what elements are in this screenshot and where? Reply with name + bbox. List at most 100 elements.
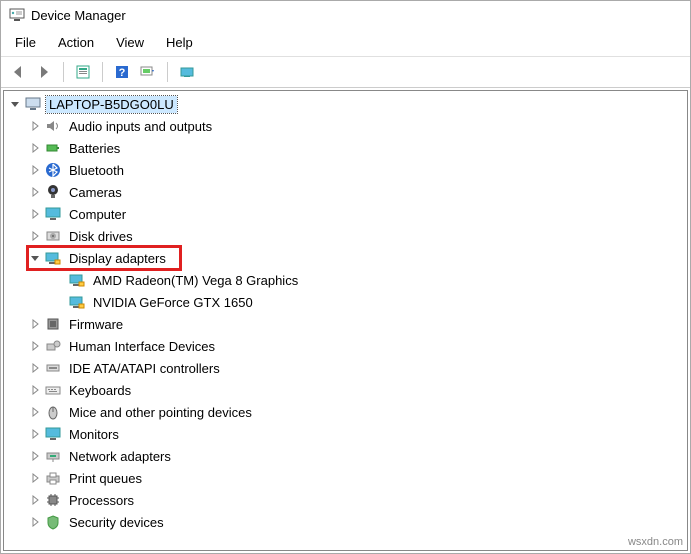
tree-node-firmware[interactable]: Firmware xyxy=(6,313,687,335)
expander-icon[interactable] xyxy=(28,163,42,177)
mouse-icon xyxy=(44,403,62,421)
toolbar-separator xyxy=(63,62,64,82)
expander-icon[interactable] xyxy=(28,185,42,199)
shield-icon xyxy=(44,513,62,531)
expander-icon[interactable] xyxy=(28,119,42,133)
expander-icon[interactable] xyxy=(28,405,42,419)
hid-icon xyxy=(44,337,62,355)
display-adapter-icon xyxy=(44,249,62,267)
tree-node-print[interactable]: Print queues xyxy=(6,467,687,489)
app-icon xyxy=(9,7,25,23)
camera-icon xyxy=(44,183,62,201)
expander-icon[interactable] xyxy=(28,471,42,485)
tree-node-label: Batteries xyxy=(66,140,123,157)
tree-node-label: IDE ATA/ATAPI controllers xyxy=(66,360,223,377)
tree-node-hid[interactable]: Human Interface Devices xyxy=(6,335,687,357)
tree-node-label: NVIDIA GeForce GTX 1650 xyxy=(90,294,256,311)
expander-icon[interactable] xyxy=(28,493,42,507)
show-hidden-button[interactable] xyxy=(176,61,198,83)
toolbar-separator xyxy=(102,62,103,82)
tree-node-label: Human Interface Devices xyxy=(66,338,218,355)
titlebar: Device Manager xyxy=(1,1,690,29)
network-icon xyxy=(44,447,62,465)
tree-node-label: Processors xyxy=(66,492,137,509)
tree-node-label: Cameras xyxy=(66,184,125,201)
watermark: wsxdn.com xyxy=(628,536,683,548)
tree-node-label: Disk drives xyxy=(66,228,136,245)
window-title: Device Manager xyxy=(31,8,126,23)
expander-icon[interactable] xyxy=(8,97,22,111)
tree-node-bluetooth[interactable]: Bluetooth xyxy=(6,159,687,181)
tree-node-nvidia[interactable]: NVIDIA GeForce GTX 1650 xyxy=(6,291,687,313)
tree-node-audio[interactable]: Audio inputs and outputs xyxy=(6,115,687,137)
tree-node-label: Audio inputs and outputs xyxy=(66,118,215,135)
tree-node-amd-radeon[interactable]: AMD Radeon(TM) Vega 8 Graphics xyxy=(6,269,687,291)
tree-node-label: LAPTOP-B5DGO0LU xyxy=(46,96,177,113)
toolbar-separator xyxy=(167,62,168,82)
tree-node-security[interactable]: Security devices xyxy=(6,511,687,533)
menu-view[interactable]: View xyxy=(106,31,154,54)
device-tree[interactable]: LAPTOP-B5DGO0LU Audio inputs and outputs… xyxy=(3,90,688,551)
tree-node-label: Network adapters xyxy=(66,448,174,465)
nav-back-button[interactable] xyxy=(7,61,29,83)
disk-icon xyxy=(44,227,62,245)
tree-node-label: Keyboards xyxy=(66,382,134,399)
expander-icon[interactable] xyxy=(28,317,42,331)
printer-icon xyxy=(44,469,62,487)
nav-forward-button[interactable] xyxy=(33,61,55,83)
keyboard-icon xyxy=(44,381,62,399)
toolbar: ? xyxy=(1,57,690,88)
tree-node-computer[interactable]: Computer xyxy=(6,203,687,225)
menu-help[interactable]: Help xyxy=(156,31,203,54)
tree-node-label: AMD Radeon(TM) Vega 8 Graphics xyxy=(90,272,301,289)
expander-icon[interactable] xyxy=(28,251,42,265)
tree-node-processors[interactable]: Processors xyxy=(6,489,687,511)
svg-text:?: ? xyxy=(119,67,126,79)
display-adapter-icon xyxy=(68,271,86,289)
properties-button[interactable] xyxy=(72,61,94,83)
tree-node-ide[interactable]: IDE ATA/ATAPI controllers xyxy=(6,357,687,379)
tree-node-mice[interactable]: Mice and other pointing devices xyxy=(6,401,687,423)
tree-node-batteries[interactable]: Batteries xyxy=(6,137,687,159)
menu-file[interactable]: File xyxy=(5,31,46,54)
tree-node-label: Mice and other pointing devices xyxy=(66,404,255,421)
tree-node-disk[interactable]: Disk drives xyxy=(6,225,687,247)
tree-node-label: Print queues xyxy=(66,470,145,487)
help-button[interactable]: ? xyxy=(111,61,133,83)
chip-icon xyxy=(44,315,62,333)
tree-node-label: Firmware xyxy=(66,316,126,333)
tree-node-keyboards[interactable]: Keyboards xyxy=(6,379,687,401)
expander-icon[interactable] xyxy=(28,361,42,375)
tree-node-display-adapters[interactable]: Display adapters xyxy=(28,247,180,269)
expander-icon[interactable] xyxy=(28,339,42,353)
tree-node-network[interactable]: Network adapters xyxy=(6,445,687,467)
tree-node-label: Security devices xyxy=(66,514,167,531)
expander-icon[interactable] xyxy=(28,207,42,221)
computer-icon xyxy=(24,95,42,113)
expander-icon[interactable] xyxy=(28,449,42,463)
battery-icon xyxy=(44,139,62,157)
tree-root-node[interactable]: LAPTOP-B5DGO0LU xyxy=(6,93,687,115)
tree-node-label: Computer xyxy=(66,206,129,223)
speaker-icon xyxy=(44,117,62,135)
processor-icon xyxy=(44,491,62,509)
tree-node-cameras[interactable]: Cameras xyxy=(6,181,687,203)
scan-button[interactable] xyxy=(137,61,159,83)
menu-action[interactable]: Action xyxy=(48,31,104,54)
expander-icon[interactable] xyxy=(28,427,42,441)
monitor-icon xyxy=(44,425,62,443)
tree-node-label: Display adapters xyxy=(66,250,169,267)
tree-node-label: Bluetooth xyxy=(66,162,127,179)
expander-icon[interactable] xyxy=(28,515,42,529)
display-adapter-icon xyxy=(68,293,86,311)
bluetooth-icon xyxy=(44,161,62,179)
expander-icon[interactable] xyxy=(28,383,42,397)
tree-node-monitors[interactable]: Monitors xyxy=(6,423,687,445)
tree-node-label: Monitors xyxy=(66,426,122,443)
ide-icon xyxy=(44,359,62,377)
monitor-icon xyxy=(44,205,62,223)
menubar: File Action View Help xyxy=(1,29,690,57)
expander-icon[interactable] xyxy=(28,229,42,243)
device-manager-window: Device Manager File Action View Help ? xyxy=(0,0,691,554)
expander-icon[interactable] xyxy=(28,141,42,155)
